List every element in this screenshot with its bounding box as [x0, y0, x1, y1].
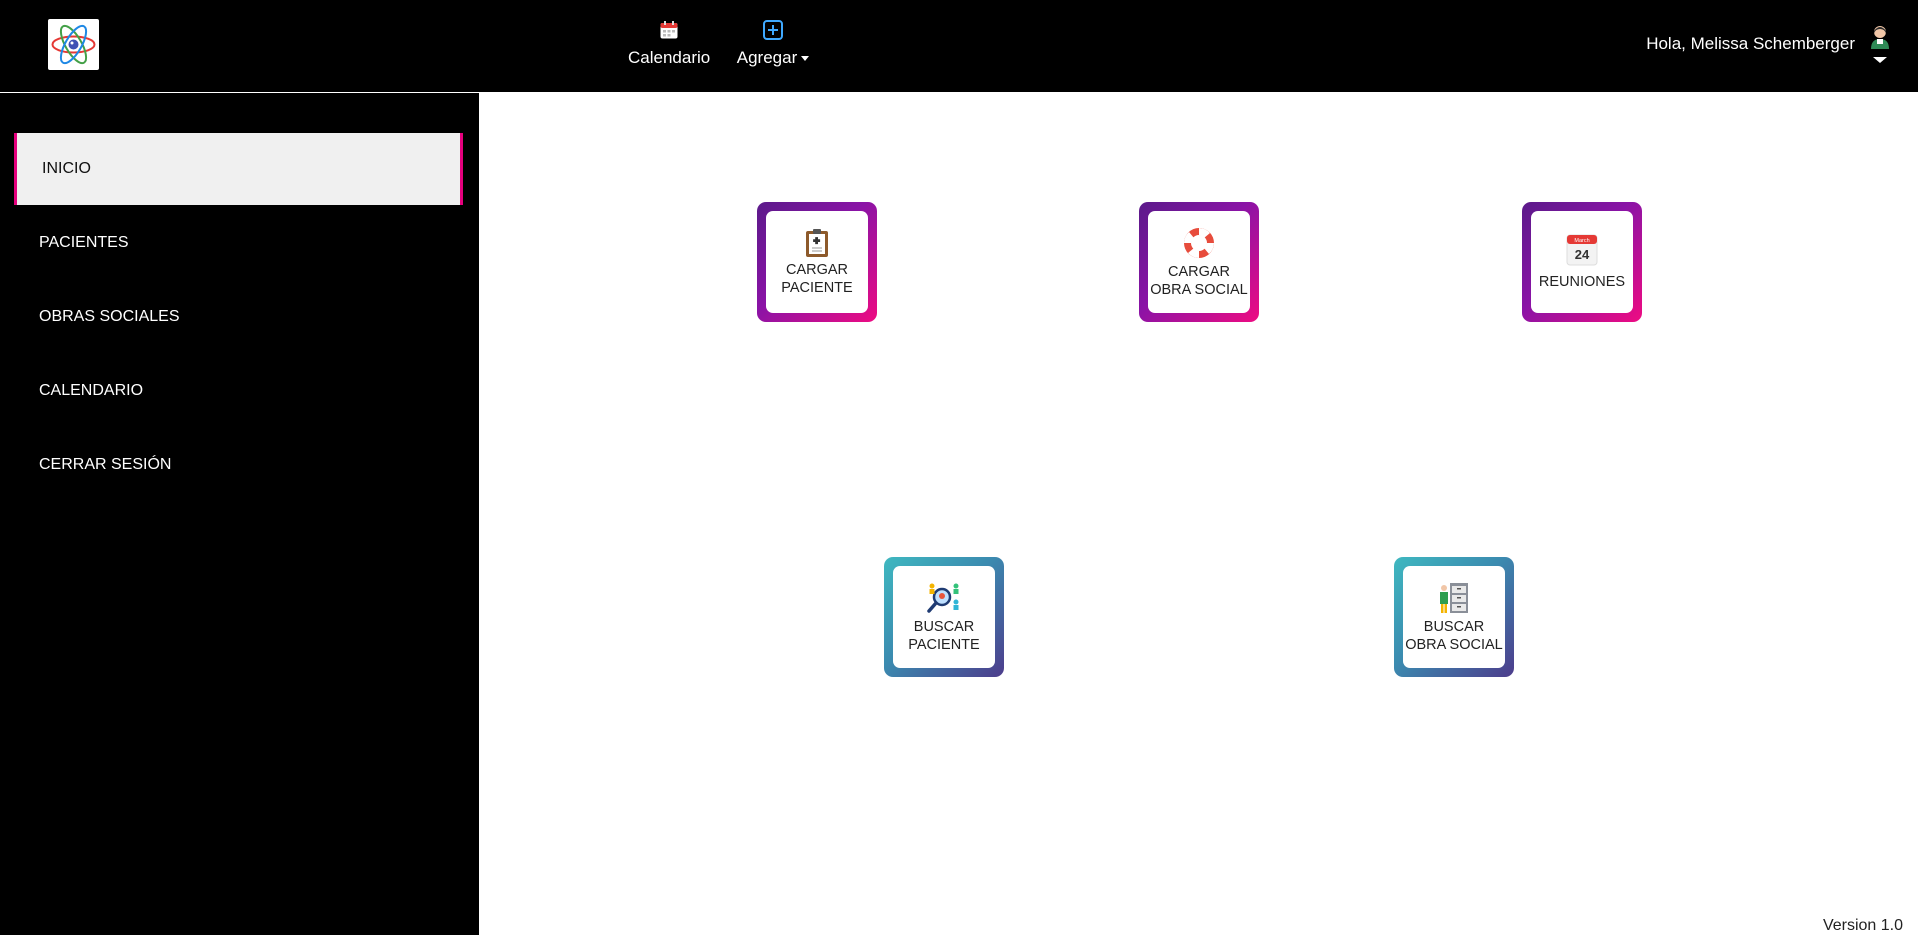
tile-buscar-paciente[interactable]: BUSCAR PACIENTE [884, 557, 1004, 677]
nav-add-label: Agregar [736, 48, 798, 67]
add-square-icon [763, 20, 783, 40]
sidebar-item-calendario[interactable]: CALENDARIO [14, 355, 463, 427]
tile-buscar-obra-social[interactable]: BUSCAR OBRA SOCIAL [1394, 557, 1514, 677]
tile-line1: REUNIONES [1538, 273, 1626, 290]
tile-line1: CARGAR [785, 261, 849, 278]
sidebar-item-obras-sociales[interactable]: OBRAS SOCIALES [14, 281, 463, 353]
sidebar-item-inicio[interactable]: INICIO [14, 133, 463, 205]
avatar-icon [1871, 26, 1889, 63]
sidebar-item-pacientes[interactable]: PACIENTES [14, 207, 463, 279]
atom-logo-icon [51, 24, 96, 65]
tile-line2: PACIENTE [908, 636, 980, 653]
nav-calendar[interactable]: Calendario [628, 20, 710, 68]
tile-line1: BUSCAR [1423, 618, 1485, 635]
atom-logo[interactable] [48, 19, 99, 70]
calendar-icon [660, 21, 678, 39]
lifebuoy-icon [1184, 227, 1214, 258]
archive-shelf-icon [1440, 582, 1468, 613]
nav-calendar-label: Calendario [628, 48, 711, 67]
nav-add-dropdown[interactable]: Agregar [736, 20, 810, 68]
chevron-down-icon [801, 56, 810, 62]
tile-line2: PACIENTE [781, 279, 853, 296]
user-menu-toggle[interactable] [1866, 23, 1894, 65]
calendar-date-icon: March 24 [1566, 234, 1598, 265]
sidebar-item-cerrar-sesion[interactable]: CERRAR SESIÓN [14, 429, 463, 501]
tile-cargar-paciente[interactable]: CARGAR PACIENTE [757, 202, 877, 322]
tile-reuniones[interactable]: March 24 REUNIONES [1522, 202, 1642, 322]
tile-line1: BUSCAR [913, 618, 975, 635]
caret-down-icon [1873, 57, 1887, 63]
calendar-month-text: March [1574, 238, 1589, 244]
magnifier-people-icon [927, 583, 959, 613]
top-navbar: Calendario Agregar Hola, Melissa Schembe… [0, 0, 1918, 93]
user-greeting: Hola, Melissa Schemberger [1646, 34, 1855, 53]
tile-line2: OBRA SOCIAL [1405, 636, 1503, 653]
version-label: Version 1.0 [1822, 917, 1903, 934]
sidebar: INICIO PACIENTES OBRAS SOCIALES CALENDAR… [0, 93, 479, 935]
tile-cargar-obra-social[interactable]: CARGAR OBRA SOCIAL [1139, 202, 1259, 322]
tile-line1: CARGAR [1167, 263, 1231, 280]
calendar-day-text: 24 [1575, 247, 1590, 262]
clipboard-icon [806, 228, 828, 257]
tile-line2: OBRA SOCIAL [1150, 281, 1248, 298]
